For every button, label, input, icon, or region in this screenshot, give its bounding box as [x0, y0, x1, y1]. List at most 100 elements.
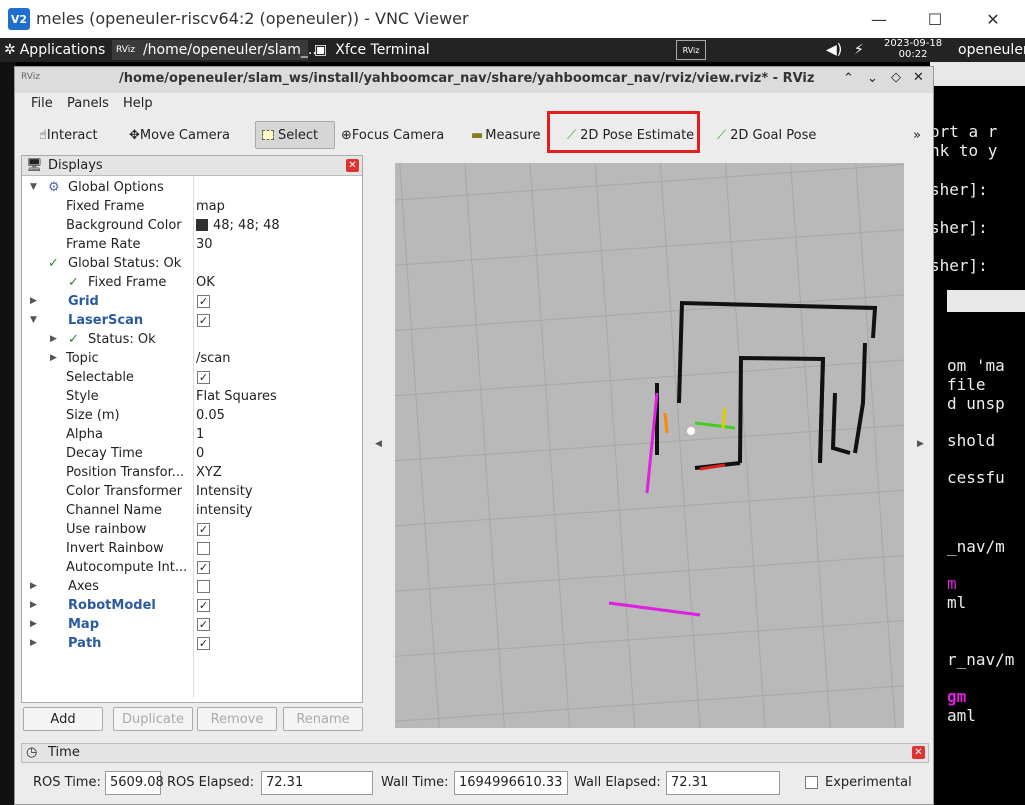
close-button[interactable]: ✕ [970, 4, 1016, 34]
expand-arrow-icon[interactable]: ▶ [30, 581, 37, 591]
clock-time: 00:22 [898, 49, 928, 60]
display-row[interactable]: ▶ ✓ Status: Ok [22, 330, 362, 349]
experimental-checkbox[interactable] [805, 776, 818, 789]
tool-measure[interactable]: ▬ Measure [465, 121, 547, 149]
display-row[interactable]: Size (m) 0.05 [22, 406, 362, 425]
row-checkbox[interactable]: ✓ [197, 599, 210, 612]
display-row[interactable]: ✓ Global Status: Ok [22, 254, 362, 273]
display-row[interactable]: Autocompute Int... ✓ [22, 558, 362, 577]
row-checkbox[interactable]: ✓ [197, 523, 210, 536]
terminal-line: nk to y [930, 141, 998, 160]
display-row[interactable]: ▼ LaserScan ✓ [22, 311, 362, 330]
minimize-button[interactable]: — [856, 4, 902, 34]
collapse-left-icon[interactable]: ◀ [375, 439, 382, 449]
render-view[interactable] [335, 127, 973, 783]
expand-arrow-icon[interactable]: ▶ [30, 619, 37, 629]
row-value[interactable]: Intensity [196, 484, 253, 499]
rename-button[interactable]: Rename [283, 707, 363, 731]
restore-icon[interactable]: ◇ [891, 70, 901, 85]
color-swatch[interactable] [196, 219, 208, 231]
display-row[interactable]: Color Transformer Intensity [22, 482, 362, 501]
row-value[interactable]: intensity [196, 503, 252, 518]
add-button[interactable]: Add [23, 707, 103, 731]
rviz-close-icon[interactable]: ✕ [913, 70, 924, 85]
volume-icon[interactable]: ◀) [826, 40, 842, 60]
row-value[interactable]: XYZ [196, 465, 222, 480]
row-value[interactable]: Flat Squares [196, 389, 277, 404]
display-row[interactable]: ▶ Grid ✓ [22, 292, 362, 311]
menu-file[interactable]: File [31, 96, 53, 111]
row-checkbox[interactable]: ✓ [197, 637, 210, 650]
remove-button[interactable]: Remove [197, 707, 277, 731]
taskbar-terminal[interactable]: ▣ Xfce Terminal [312, 40, 510, 60]
maximize-button[interactable]: ☐ [912, 4, 958, 34]
display-row[interactable]: ✓ Fixed Frame OK [22, 273, 362, 292]
display-row[interactable]: Position Transfor... XYZ [22, 463, 362, 482]
row-checkbox[interactable]: ✓ [197, 295, 210, 308]
expand-arrow-icon[interactable]: ▼ [30, 315, 37, 325]
row-checkbox[interactable] [197, 542, 210, 555]
display-row[interactable]: Decay Time 0 [22, 444, 362, 463]
display-row[interactable]: Selectable ✓ [22, 368, 362, 387]
row-value[interactable]: 0 [196, 446, 204, 461]
close-panel-icon[interactable]: ✕ [346, 159, 359, 172]
row-label: Style [66, 389, 99, 404]
display-row[interactable]: ▶ Path ✓ [22, 634, 362, 653]
power-icon[interactable]: ⚡ [854, 40, 864, 60]
display-row[interactable]: ▶ Map ✓ [22, 615, 362, 634]
display-row[interactable]: Invert Rainbow [22, 539, 362, 558]
expand-arrow-icon[interactable]: ▶ [30, 638, 37, 648]
row-checkbox[interactable] [197, 580, 210, 593]
collapse-right-icon[interactable]: ▶ [917, 439, 924, 449]
display-row[interactable]: Fixed Frame map [22, 197, 362, 216]
row-checkbox[interactable]: ✓ [197, 371, 210, 384]
row-checkbox[interactable]: ✓ [197, 618, 210, 631]
chevron-down-icon[interactable]: ⌄ [867, 71, 878, 86]
row-value[interactable]: 0.05 [196, 408, 225, 423]
expand-arrow-icon[interactable]: ▼ [30, 182, 37, 192]
tool-interact[interactable]: ☝ Interact [33, 121, 104, 149]
wall-time-field[interactable]: 1694996610.33 [454, 771, 568, 795]
row-checkbox[interactable]: ✓ [197, 561, 210, 574]
display-row[interactable]: ▼ ⚙ Global Options [22, 178, 362, 197]
tool-move-camera[interactable]: ✥ Move Camera [123, 121, 236, 149]
tool-focus-camera[interactable]: ⊕ Focus Camera [335, 121, 450, 149]
display-row[interactable]: ▶ RobotModel ✓ [22, 596, 362, 615]
toolbar-overflow[interactable]: » [907, 121, 927, 149]
ros-elapsed-field[interactable]: 72.31 [261, 771, 373, 795]
menu-help[interactable]: Help [123, 96, 153, 111]
chevron-up-icon[interactable]: ⌃ [843, 71, 854, 86]
row-value[interactable]: map [196, 199, 225, 214]
duplicate-button[interactable]: Duplicate [113, 707, 193, 731]
ros-time-field[interactable]: 5609.08 [105, 771, 164, 795]
applications-menu[interactable]: ✲ Applications [4, 40, 105, 60]
expand-arrow-icon[interactable]: ▶ [50, 334, 57, 344]
workspace-switcher[interactable]: RViz [676, 40, 706, 60]
display-row[interactable]: Use rainbow ✓ [22, 520, 362, 539]
display-row[interactable]: ▶ Axes [22, 577, 362, 596]
display-row[interactable]: Style Flat Squares [22, 387, 362, 406]
display-row[interactable]: Background Color 48; 48; 48 [22, 216, 362, 235]
row-value[interactable]: 30 [196, 237, 213, 252]
display-row[interactable]: Channel Name intensity [22, 501, 362, 520]
taskbar-rviz[interactable]: RViz/home/openeuler/slam_... [112, 40, 321, 60]
display-row[interactable]: Alpha 1 [22, 425, 362, 444]
row-value[interactable]: OK [196, 275, 215, 290]
user-menu[interactable]: openeuler [958, 40, 1025, 60]
expand-arrow-icon[interactable]: ▶ [50, 353, 57, 363]
terminal-window-2[interactable]: om 'ma file d unsp shold cessfu _nav/m m… [947, 290, 1025, 805]
clock[interactable]: 2023-09-18 00:22 [884, 38, 942, 60]
row-value[interactable]: /scan [196, 351, 231, 366]
tool-2d-goal-pose[interactable]: ⟋ 2D Goal Pose [711, 121, 822, 149]
menu-panels[interactable]: Panels [67, 96, 109, 111]
row-checkbox[interactable]: ✓ [197, 314, 210, 327]
display-row[interactable]: ▶ Topic/scan [22, 349, 362, 368]
row-value[interactable]: 1 [196, 427, 204, 442]
wall-elapsed-field[interactable]: 72.31 [666, 771, 780, 795]
expand-arrow-icon[interactable]: ▶ [30, 600, 37, 610]
tool-select[interactable]: Select [255, 121, 335, 149]
row-value[interactable]: 48; 48; 48 [196, 218, 280, 233]
expand-arrow-icon[interactable]: ▶ [30, 296, 37, 306]
close-time-icon[interactable]: ✕ [912, 746, 925, 759]
display-row[interactable]: Frame Rate 30 [22, 235, 362, 254]
